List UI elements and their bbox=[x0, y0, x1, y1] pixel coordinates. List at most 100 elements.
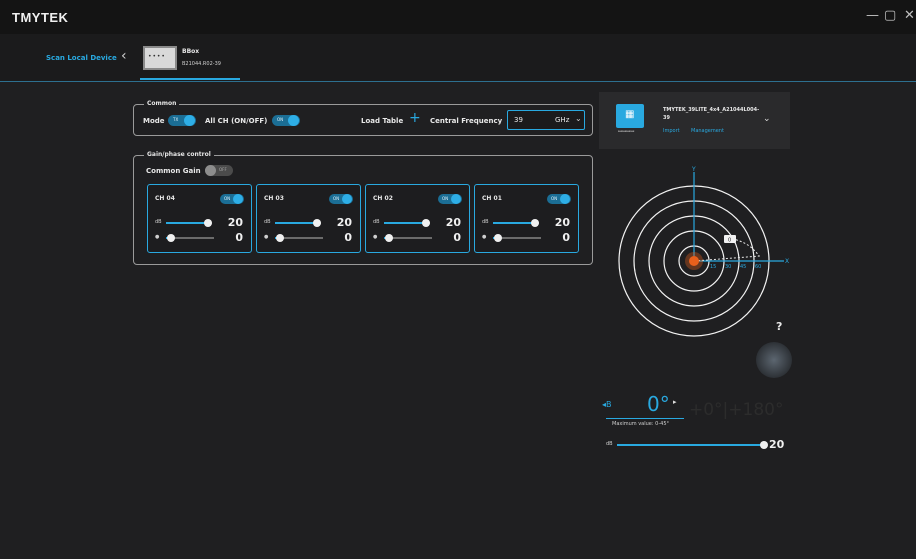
channel-toggle[interactable]: ON bbox=[547, 194, 571, 204]
antenna-device-icon bbox=[616, 104, 644, 128]
phase-slider[interactable] bbox=[384, 234, 432, 242]
channel-card-ch04: CH 04 ON dB 20 ● 0 bbox=[147, 184, 252, 253]
slider-thumb[interactable] bbox=[531, 219, 540, 227]
gain-value: 20 bbox=[554, 216, 570, 229]
device-tab-serial: B21044.R02-39 bbox=[182, 61, 221, 67]
steer-arc bbox=[731, 238, 760, 257]
phase-value: 0 bbox=[235, 231, 243, 244]
ring-label: 60 bbox=[755, 264, 761, 270]
gain-icon: dB bbox=[264, 219, 271, 225]
mode-toggle[interactable]: TX bbox=[168, 115, 196, 126]
load-table-label: Load Table bbox=[361, 117, 404, 125]
minimize-button[interactable]: — bbox=[866, 8, 879, 23]
max-value-note: Maximum value: 0-45° bbox=[612, 421, 670, 427]
gain-value: 20 bbox=[445, 216, 461, 229]
slider-thumb[interactable] bbox=[493, 234, 502, 242]
app-logo: TMYTEK bbox=[12, 10, 69, 25]
scan-local-device-link[interactable]: Scan Local Device bbox=[46, 54, 117, 62]
phase-icon: ● bbox=[482, 234, 487, 240]
close-button[interactable]: ✕ bbox=[904, 8, 915, 23]
channel-toggle-text: ON bbox=[551, 196, 558, 201]
phase-value: 0 bbox=[562, 231, 570, 244]
toggle-knob bbox=[560, 194, 570, 204]
chevron-down-icon[interactable]: ⌄ bbox=[763, 114, 771, 124]
slider-thumb[interactable] bbox=[422, 219, 431, 227]
y-axis-label: Y bbox=[691, 166, 696, 173]
common-gain-label: Common Gain bbox=[146, 167, 201, 175]
slider-thumb[interactable] bbox=[166, 234, 175, 242]
beam-gain-slider[interactable] bbox=[617, 441, 768, 449]
angle-arrow-icon[interactable]: ▸ bbox=[673, 398, 677, 406]
frequency-select[interactable]: 39 GHz ⌄ bbox=[507, 110, 585, 130]
gain-slider[interactable] bbox=[275, 219, 322, 227]
channel-toggle-text: ON bbox=[224, 196, 231, 201]
frequency-value: 39 bbox=[514, 116, 523, 124]
toggle-knob bbox=[184, 115, 195, 126]
slider-thumb[interactable] bbox=[204, 219, 213, 227]
phase-value: 0 bbox=[453, 231, 461, 244]
beam-pattern-thumbnail[interactable] bbox=[756, 342, 792, 378]
channel-card-ch02: CH 02 ON dB 20 ● 0 bbox=[365, 184, 470, 253]
angle-underline bbox=[606, 418, 684, 419]
beam-gain-value: 20 bbox=[769, 438, 785, 451]
active-tab-indicator bbox=[140, 78, 240, 80]
gain-value: 20 bbox=[336, 216, 352, 229]
channel-card-ch03: CH 03 ON dB 20 ● 0 bbox=[256, 184, 361, 253]
x-axis-label: X bbox=[785, 258, 789, 265]
back-chevron-icon[interactable]: ‹ bbox=[121, 48, 127, 64]
ring-label: 30 bbox=[725, 264, 731, 270]
toggle-knob bbox=[288, 115, 299, 126]
slider-thumb[interactable] bbox=[760, 441, 768, 449]
disabled-angle-values: +0°|+180° bbox=[689, 400, 784, 420]
import-link[interactable]: Import bbox=[663, 128, 680, 134]
chevron-down-icon: ⌄ bbox=[575, 114, 582, 123]
help-icon[interactable]: ? bbox=[776, 320, 782, 333]
gain-slider[interactable] bbox=[493, 219, 540, 227]
load-table-plus-icon[interactable]: + bbox=[409, 110, 421, 126]
maximize-button[interactable]: ▢ bbox=[884, 8, 896, 23]
ring-label: 45 bbox=[740, 264, 746, 270]
common-gain-toggle-text: OFF bbox=[219, 167, 227, 172]
gain-icon: dB bbox=[373, 219, 380, 225]
management-link[interactable]: Management bbox=[691, 128, 724, 134]
channel-toggle[interactable]: ON bbox=[438, 194, 462, 204]
slider-thumb[interactable] bbox=[313, 219, 322, 227]
steering-angle[interactable]: 0° bbox=[647, 392, 670, 416]
slider-fill bbox=[275, 222, 318, 224]
gain-slider[interactable] bbox=[166, 219, 213, 227]
ring-label: 15 bbox=[710, 264, 716, 270]
beam-polar-plot[interactable]: Y X 15 30 45 60 0 bbox=[608, 160, 790, 342]
channel-toggle-text: ON bbox=[442, 196, 449, 201]
gain-icon: dB bbox=[155, 219, 162, 225]
channel-card-ch01: CH 01 ON dB 20 ● 0 bbox=[474, 184, 579, 253]
slider-thumb[interactable] bbox=[384, 234, 393, 242]
central-frequency-label: Central Frequency bbox=[430, 117, 503, 125]
slider-thumb[interactable] bbox=[275, 234, 284, 242]
phase-slider[interactable] bbox=[275, 234, 323, 242]
all-ch-toggle[interactable]: ON bbox=[272, 115, 300, 126]
mode-label: Mode bbox=[143, 117, 165, 125]
device-tab-name: BBox bbox=[182, 48, 200, 55]
phase-slider[interactable] bbox=[166, 234, 214, 242]
channel-name: CH 02 bbox=[373, 195, 393, 202]
gain-slider[interactable] bbox=[384, 219, 431, 227]
phase-icon: ● bbox=[155, 234, 160, 240]
device-chip-icon bbox=[143, 46, 177, 70]
device-info-card: ꟷꟷꟷꟷ TMYTEK_39LITE_4x4_A21044L004-39 Imp… bbox=[599, 92, 790, 149]
device-tab[interactable]: BBox B21044.R02-39 bbox=[140, 42, 240, 80]
phase-slider[interactable] bbox=[493, 234, 541, 242]
channel-toggle[interactable]: ON bbox=[329, 194, 353, 204]
channel-name: CH 01 bbox=[482, 195, 502, 202]
phase-icon: ● bbox=[373, 234, 378, 240]
mode-toggle-text: TX bbox=[173, 117, 179, 122]
beam-mode-selector[interactable]: ◂B bbox=[602, 400, 612, 409]
channel-toggle[interactable]: ON bbox=[220, 194, 244, 204]
common-gain-toggle[interactable]: OFF bbox=[205, 165, 233, 176]
gain-icon: dB bbox=[606, 441, 613, 447]
toggle-knob bbox=[342, 194, 352, 204]
device-bar: Scan Local Device ‹ BBox B21044.R02-39 bbox=[0, 34, 916, 82]
slider-fill bbox=[384, 222, 427, 224]
beam-marker[interactable] bbox=[689, 256, 699, 266]
slider-fill bbox=[166, 222, 209, 224]
gain-icon: dB bbox=[482, 219, 489, 225]
